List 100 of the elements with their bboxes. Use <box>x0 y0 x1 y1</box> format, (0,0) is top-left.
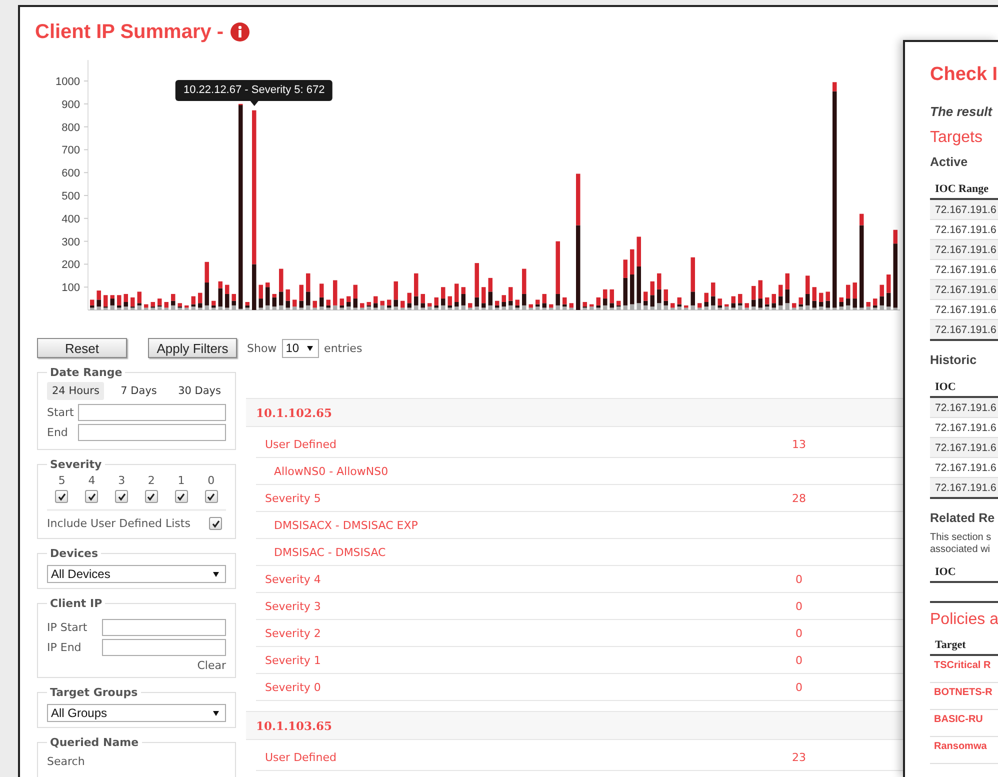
axis-label: 100 <box>62 282 80 294</box>
end-date-field[interactable] <box>78 424 226 441</box>
date-range-tab[interactable]: 30 Days <box>173 382 226 400</box>
description-text: This section s <box>930 532 992 544</box>
entries-label: entries <box>324 342 362 354</box>
subsection-heading: Historic <box>930 353 978 367</box>
list-entry[interactable]: DMSISACX - DMSISAC EXP <box>256 518 784 532</box>
category-label[interactable]: Severity 5 <box>256 492 775 504</box>
axis-label: 1000 <box>56 76 80 88</box>
date-range-tab[interactable]: 7 Days <box>116 382 162 400</box>
table-cell: 72.167.191.6 <box>930 280 998 300</box>
entries-select[interactable]: 10 <box>282 338 320 358</box>
clear-link[interactable]: Clear <box>197 659 226 672</box>
select-value: All Devices <box>51 567 110 581</box>
severity-label: 3 <box>117 474 126 487</box>
axis-label: 800 <box>62 122 80 134</box>
list-entry[interactable]: DMSISAC - DMSISAC <box>256 546 784 558</box>
list-entry[interactable]: AllowNS0 - AllowNS0 <box>256 464 784 478</box>
start-date-field[interactable] <box>78 404 226 421</box>
category-label[interactable]: Severity 3 <box>256 600 775 612</box>
ip-end-field[interactable] <box>102 639 226 656</box>
severity-label: 0 <box>206 474 216 487</box>
info-icon[interactable] <box>230 22 250 42</box>
section-legend: Date Range <box>47 366 126 379</box>
dropdown-caret-icon <box>307 346 314 350</box>
table-cell: 72.167.191.6 <box>930 478 998 498</box>
count-cell-text: 23 <box>791 750 807 764</box>
axis-label: 700 <box>62 144 80 157</box>
category-label[interactable]: Severity 4 <box>256 572 775 586</box>
policy-link[interactable]: BOTNETS-R <box>930 682 998 710</box>
category-label[interactable]: User Defined <box>256 438 775 450</box>
policy-link[interactable]: Ransomwa <box>930 736 998 764</box>
severity-label: 2 <box>146 474 156 487</box>
section-legend: Severity <box>47 458 105 471</box>
subsection-heading: Related Re <box>930 511 996 525</box>
count-cell-text: 0 <box>794 654 804 666</box>
count-cell-text: 0 <box>794 626 804 640</box>
axis-label: 500 <box>62 190 80 202</box>
category-label[interactable]: User Defined <box>256 750 775 764</box>
count-cell-text: 0 <box>794 600 804 612</box>
subsection-heading: Active <box>930 155 969 169</box>
field-label: Start <box>47 406 74 419</box>
section-heading: Targets <box>930 129 984 147</box>
select-value: All Groups <box>51 706 108 720</box>
category-label[interactable]: Severity 2 <box>256 626 775 640</box>
severity-label: 4 <box>87 474 96 487</box>
show-label: Show <box>247 342 277 354</box>
checkbox[interactable] <box>209 517 222 530</box>
axis-label: 900 <box>62 98 80 111</box>
date-range-tab[interactable]: 24 Hours <box>47 382 104 400</box>
table-cell: 72.167.191.6 <box>930 199 998 220</box>
ip-start-field[interactable] <box>102 619 226 636</box>
annotation: 10.22.12.67 - Severity 5: 672 <box>175 80 333 101</box>
count-cell-text: 0 <box>794 680 804 694</box>
dropdown-caret-icon <box>213 572 219 576</box>
target-groups-select[interactable]: All Groups <box>47 704 226 722</box>
count-cell-text: 0 <box>794 572 804 586</box>
table-cell: 72.167.191.6 <box>930 320 998 340</box>
severity-label: 5 <box>57 474 66 487</box>
checkbox[interactable] <box>55 490 68 503</box>
axis-label: 600 <box>62 168 80 180</box>
count-cell-text: 13 <box>791 438 807 450</box>
devices-select[interactable]: All Devices <box>47 565 226 583</box>
category-label[interactable]: Severity 0 <box>256 680 775 694</box>
reset-button[interactable]: Reset <box>37 338 127 358</box>
tooltip: 10.22.12.67 - Severity 5: 672 <box>176 80 333 106</box>
apply-filters-button[interactable]: Apply Filters <box>148 338 237 358</box>
checkbox[interactable] <box>85 490 98 503</box>
checkbox-label: Include User Defined Lists <box>47 517 190 530</box>
section-legend: Client IP <box>47 597 106 610</box>
table-cell: 72.167.191.6 <box>930 397 998 418</box>
description-text: associated wi <box>930 544 992 556</box>
client-ip-heading: 10.1.103.65 <box>256 718 332 732</box>
policy-link[interactable]: BASIC-RU <box>930 710 998 736</box>
checkbox[interactable] <box>174 490 188 503</box>
axis-label: 200 <box>62 259 80 272</box>
checkbox[interactable] <box>144 490 158 503</box>
select-value: 10 <box>286 341 300 355</box>
checkbox[interactable] <box>115 490 128 503</box>
severity-label: 1 <box>176 474 186 487</box>
section-legend: Devices <box>47 547 102 560</box>
field-label: IP End <box>47 641 82 654</box>
field-label: End <box>47 426 68 439</box>
category-label[interactable]: Severity 1 <box>256 654 775 666</box>
page-title: Client IP Summary - <box>35 20 224 44</box>
client-ip-heading: 10.1.102.65 <box>256 406 332 420</box>
field-label: Search <box>47 755 85 768</box>
axis-label: 400 <box>62 213 80 226</box>
field-label: IP Start <box>47 621 88 634</box>
section-legend: Target Groups <box>47 686 141 699</box>
intro-text: The result <box>930 104 994 119</box>
axis-label: 300 <box>62 236 80 248</box>
policy-link[interactable]: TSCritical R <box>930 655 998 682</box>
table-cell: 72.167.191.6 <box>930 438 998 458</box>
section-legend: Queried Name <box>47 736 142 749</box>
count-cell-text: 28 <box>791 492 807 504</box>
checkbox[interactable] <box>204 490 218 503</box>
panel-title: Check I <box>930 64 998 86</box>
dropdown-caret-icon <box>213 710 219 716</box>
table-cell: 72.167.191.6 <box>930 240 998 260</box>
